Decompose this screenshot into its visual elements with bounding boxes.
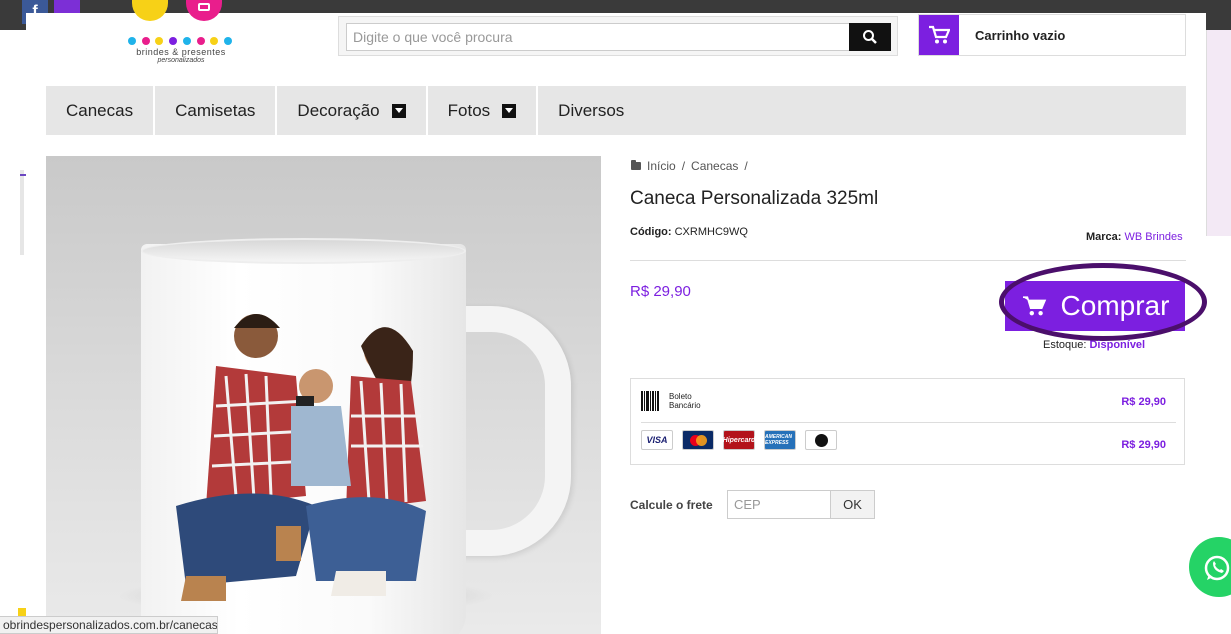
boleto-label-line2: Bancário — [669, 401, 701, 410]
category-nav: Canecas Camisetas Decoração Fotos Divers… — [46, 86, 1186, 135]
product-code-value: CXRMHC9WQ — [674, 226, 748, 238]
payment-row-cards: VISA Hipercard AMERICAN EXPRESS R$ 29,90 — [641, 430, 1176, 460]
amex-icon: AMERICAN EXPRESS — [764, 430, 796, 450]
boleto-price: R$ 29,90 — [1121, 396, 1166, 408]
visa-icon: VISA — [641, 430, 673, 450]
buy-button[interactable]: Comprar — [1005, 281, 1185, 331]
product-price: R$ 29,90 — [630, 283, 691, 300]
freight-ok-button[interactable]: OK — [830, 490, 875, 519]
payment-options: Boleto Bancário R$ 29,90 VISA Hipercard … — [630, 378, 1185, 465]
status-bar-url: obrindespersonalizados.com.br/canecas — [0, 616, 218, 634]
barcode-icon — [641, 391, 661, 411]
background-page-left — [0, 30, 26, 634]
cart-icon-box — [919, 15, 959, 55]
nav-item-label: Diversos — [558, 100, 625, 120]
background-page-right — [1206, 30, 1231, 236]
product-code-label: Código: — [630, 226, 672, 238]
boleto-label-line1: Boleto — [669, 392, 692, 401]
nav-item-canecas[interactable]: Canecas — [46, 86, 156, 135]
stock-value: Disponível — [1089, 339, 1146, 351]
nav-item-label: Fotos — [447, 100, 491, 120]
product-brand-link[interactable]: WB Brindes — [1125, 231, 1183, 243]
elo-icon — [805, 430, 837, 450]
product-title: Caneca Personalizada 325ml — [630, 188, 879, 209]
nav-item-label: Camisetas — [175, 100, 256, 120]
search-input[interactable]: Digite o que você procura — [346, 23, 851, 51]
cards-price: R$ 29,90 — [1121, 439, 1166, 451]
cart-icon — [929, 25, 950, 44]
product-code: Código: CXRMHC9WQ — [630, 226, 748, 238]
breadcrumb-home-link[interactable]: Início — [647, 159, 676, 173]
hipercard-icon: Hipercard — [723, 430, 755, 450]
cep-input[interactable]: CEP — [727, 490, 832, 519]
logo-circle-pink — [186, 0, 222, 21]
family-photo-print — [176, 314, 426, 601]
chevron-down-icon — [391, 103, 406, 118]
stock-status: Estoque: Disponível — [1043, 339, 1145, 351]
logo-circle-yellow — [132, 0, 168, 21]
nav-item-diversos[interactable]: Diversos — [538, 86, 644, 135]
chevron-down-icon — [502, 103, 517, 118]
breadcrumb: Início / Canecas / — [631, 159, 748, 173]
cart-widget[interactable]: Carrinho vazio — [918, 14, 1186, 56]
nav-item-decoracao[interactable]: Decoração — [277, 86, 428, 135]
nav-item-fotos[interactable]: Fotos — [428, 86, 539, 135]
search-icon — [863, 30, 877, 44]
background-divider — [20, 170, 24, 255]
folder-icon — [631, 160, 641, 170]
search-bar: Digite o que você procura — [338, 16, 898, 56]
boleto-label: Boleto Bancário — [669, 392, 701, 410]
payment-divider — [641, 422, 1176, 423]
card-brands: VISA Hipercard AMERICAN EXPRESS — [641, 430, 837, 450]
breadcrumb-separator: / — [681, 159, 686, 173]
mastercard-icon — [682, 430, 714, 450]
logo-dots — [128, 37, 232, 47]
whatsapp-icon — [1204, 555, 1230, 581]
stock-label: Estoque: — [1043, 339, 1087, 351]
freight-label: Calcule o frete — [630, 498, 713, 512]
cart-label: Carrinho vazio — [975, 28, 1066, 43]
site-logo[interactable]: brindes & presentes personalizados — [126, 0, 236, 69]
product-image[interactable] — [46, 156, 601, 634]
nav-item-label: Canecas — [66, 100, 134, 120]
logo-subtext: personalizados — [157, 57, 205, 64]
product-brand: Marca: WB Brindes — [1086, 231, 1183, 243]
search-button[interactable] — [849, 23, 891, 51]
nav-item-camisetas[interactable]: Camisetas — [155, 86, 278, 135]
breadcrumb-category-link[interactable]: Canecas — [691, 159, 738, 173]
mug-handle — [451, 306, 571, 556]
logo-text: brindes & presentes — [136, 47, 226, 57]
mug-rim — [141, 238, 466, 264]
product-brand-label: Marca: — [1086, 231, 1122, 243]
product-quick-view-modal: brindes & presentes personalizados Digit… — [26, 0, 1207, 634]
cart-icon — [1022, 296, 1046, 316]
payment-row-boleto: Boleto Bancário R$ 29,90 — [641, 387, 1176, 417]
divider — [630, 260, 1186, 261]
nav-item-label: Decoração — [297, 100, 380, 120]
breadcrumb-separator: / — [744, 159, 748, 173]
buy-button-label: Comprar — [1060, 290, 1170, 321]
